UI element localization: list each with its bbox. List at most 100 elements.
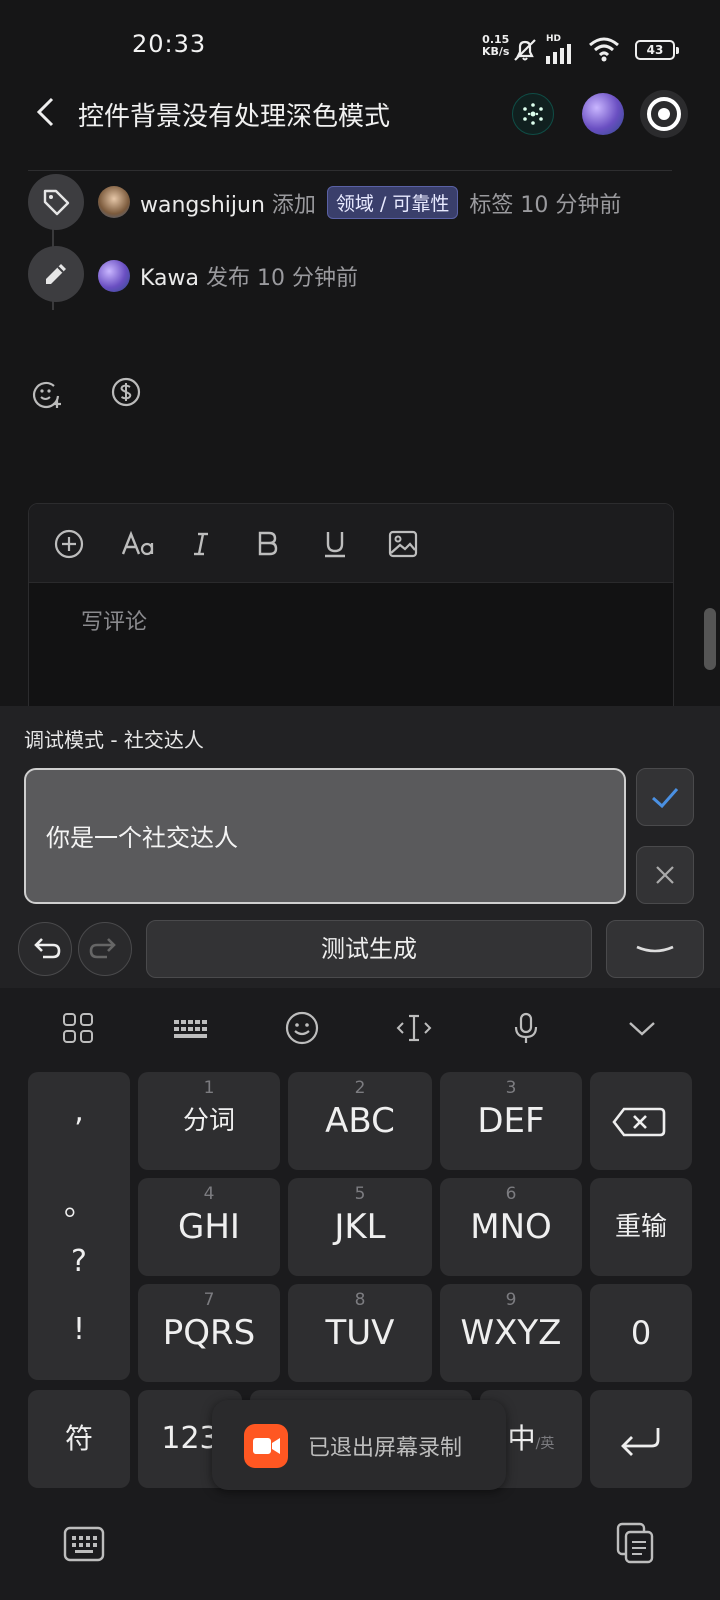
timeline-event-tag: wangshijun 添加 领域 / 可靠性 标签 10 分钟前 (140, 186, 621, 219)
hide-keyboard-icon[interactable] (622, 1008, 662, 1048)
keyboard-switch-icon[interactable] (62, 1524, 106, 1564)
chevron-down-icon (636, 945, 674, 953)
key-4[interactable]: 4 GHI (138, 1178, 280, 1276)
symbols-key[interactable]: 符 (28, 1390, 130, 1488)
underline-icon[interactable] (319, 528, 351, 560)
debug-title: 调试模式 - 社交达人 (24, 728, 204, 752)
bold-icon[interactable] (251, 528, 283, 560)
timeline-event-publish: Kawa 发布 10 分钟前 (140, 260, 358, 292)
clipboard-icon[interactable] (614, 1520, 658, 1566)
tag-chip[interactable]: 领域 / 可靠性 (326, 186, 459, 219)
comment-placeholder[interactable]: 写评论 (81, 604, 147, 636)
tag-event-marker (28, 174, 84, 230)
key-label: MNO (470, 1207, 552, 1247)
key-9[interactable]: 9 WXYZ (440, 1284, 582, 1382)
timeline-action: 发布 10 分钟前 (206, 266, 358, 291)
lang-main-label: 中 (507, 1422, 536, 1455)
key-0[interactable]: 0 (590, 1284, 692, 1382)
key-3[interactable]: 3 DEF (440, 1072, 582, 1170)
signal-hd-label: HD (546, 34, 562, 44)
timeline-user[interactable]: Kawa (140, 266, 199, 291)
enter-key[interactable] (590, 1390, 692, 1488)
key-1[interactable]: 1 分词 (138, 1072, 280, 1170)
network-speed: 0.15 KB/s (482, 34, 509, 58)
pencil-icon (46, 264, 66, 284)
microphone-icon[interactable] (506, 1008, 546, 1048)
video-camera-icon (244, 1424, 288, 1468)
key-2[interactable]: 2 ABC (288, 1072, 432, 1170)
check-icon (652, 788, 679, 809)
comment-editor[interactable]: 写评论 (28, 503, 674, 725)
undo-icon (34, 938, 61, 959)
back-arrow-icon[interactable] (34, 96, 58, 128)
insert-plus-icon[interactable] (53, 528, 85, 560)
cursor-move-icon[interactable] (394, 1008, 434, 1048)
punct-exclaim-key[interactable]: ! (28, 1312, 130, 1347)
ai-agent-icon[interactable] (512, 93, 554, 135)
collapse-button[interactable] (606, 920, 704, 978)
key-label: GHI (178, 1207, 240, 1247)
prompt-input[interactable]: 你是一个社交达人 (24, 768, 626, 904)
key-number: 5 (354, 1184, 366, 1204)
punct-period-key[interactable]: 。 (28, 1180, 130, 1224)
key-number: 4 (203, 1184, 215, 1204)
scrollbar-thumb[interactable] (704, 608, 716, 670)
wangshijun-avatar[interactable] (98, 186, 130, 218)
toast-message: 已退出屏幕录制 (308, 1436, 463, 1461)
redo-button[interactable] (78, 922, 132, 976)
key-label: WXYZ (460, 1313, 562, 1353)
kawa-avatar[interactable] (98, 260, 130, 292)
tag-icon (43, 189, 70, 216)
page-title: 控件背景没有处理深色模式 (78, 102, 391, 132)
key-number: 9 (505, 1290, 517, 1310)
key-5[interactable]: 5 JKL (288, 1178, 432, 1276)
wifi-icon (588, 36, 620, 62)
font-size-icon[interactable] (119, 528, 159, 560)
key-label: ABC (325, 1101, 395, 1141)
key-number: 7 (203, 1290, 215, 1310)
close-icon (656, 866, 674, 884)
undo-button[interactable] (18, 922, 72, 976)
punct-question-key[interactable]: ? (28, 1244, 130, 1279)
editor-toolbar (29, 504, 673, 583)
timeline-user[interactable]: wangshijun (140, 193, 265, 218)
key-8[interactable]: 8 TUV (288, 1284, 432, 1382)
network-speed-unit: KB/s (482, 45, 510, 58)
key-label: TUV (325, 1313, 395, 1353)
key-number: 6 (505, 1184, 517, 1204)
redo-icon (89, 938, 116, 959)
test-generate-button[interactable]: 测试生成 (146, 920, 592, 978)
edit-event-marker (28, 246, 84, 302)
screen-record-toast: 已退出屏幕录制 (212, 1400, 506, 1490)
image-icon[interactable] (387, 528, 419, 560)
punct-comma-key[interactable]: , (28, 1094, 130, 1129)
dollar-icon[interactable] (110, 376, 142, 408)
cancel-button[interactable] (636, 846, 694, 904)
keyboard-layout-icon[interactable] (170, 1008, 210, 1048)
user-avatar[interactable] (582, 93, 624, 135)
key-label: PQRS (162, 1313, 256, 1353)
key-label: JKL (334, 1207, 386, 1247)
italic-icon[interactable] (185, 528, 217, 560)
key-number: 8 (354, 1290, 366, 1310)
backspace-key[interactable] (590, 1072, 692, 1170)
apps-grid-icon[interactable] (58, 1008, 98, 1048)
confirm-button[interactable] (636, 768, 694, 826)
key-7[interactable]: 7 PQRS (138, 1284, 280, 1382)
record-button[interactable] (640, 90, 688, 138)
key-number: 3 (505, 1078, 517, 1098)
key-6[interactable]: 6 MNO (440, 1178, 582, 1276)
backspace-icon (612, 1107, 666, 1137)
key-label: 分词 (182, 1106, 235, 1136)
emoji-icon[interactable] (282, 1008, 322, 1048)
reinput-key[interactable]: 重输 (590, 1178, 692, 1276)
signal-icon: HD (546, 34, 576, 64)
enter-icon (621, 1428, 660, 1456)
status-time: 20:33 (132, 30, 207, 58)
add-reaction-icon[interactable] (30, 376, 64, 410)
mute-bell-icon (512, 38, 538, 62)
timeline-suffix: 标签 10 分钟前 (469, 193, 622, 218)
battery-indicator: 43 (635, 40, 679, 60)
timeline-action: 添加 (271, 193, 316, 218)
header-divider (28, 170, 672, 171)
